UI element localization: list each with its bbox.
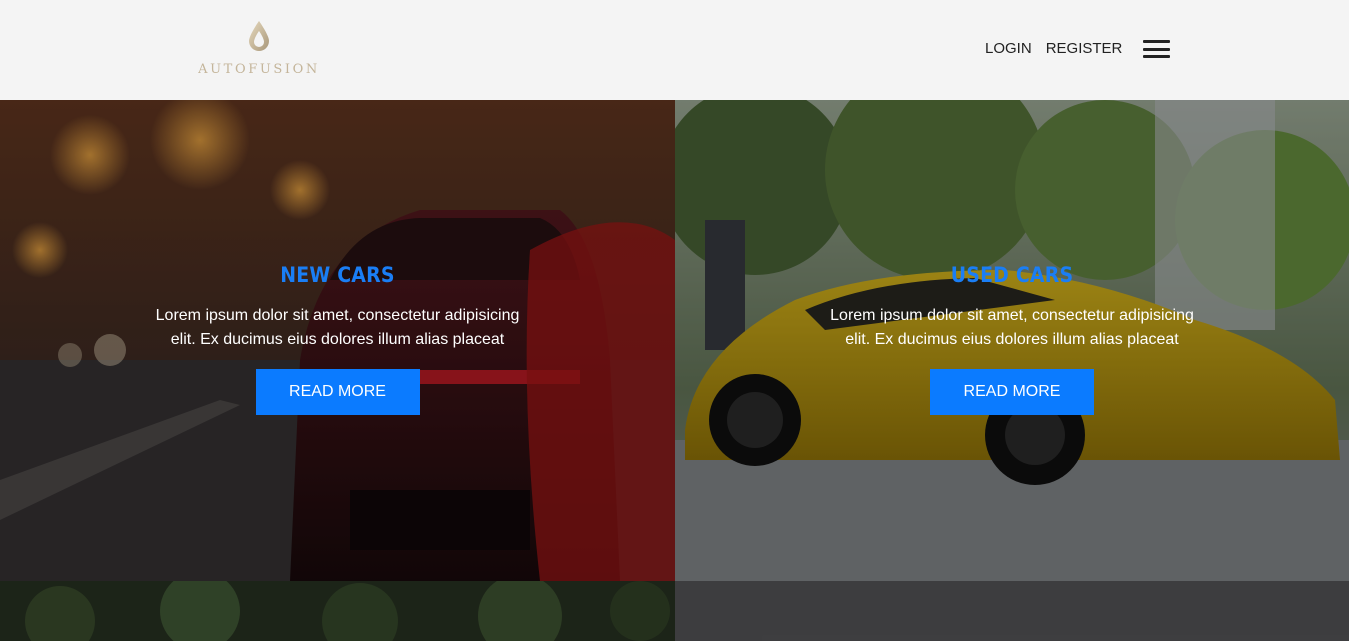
new-cars-tile: NEW CARS Lorem ipsum dolor sit amet, con… [0,100,675,581]
top-nav: LOGIN REGISTER [985,38,1171,60]
image-dim-overlay [675,581,1349,641]
used-cars-title: USED CARS [950,263,1074,287]
brand-name: AUTOFUSION [198,62,320,77]
new-cars-read-more-button[interactable]: READ MORE [255,369,420,415]
login-link[interactable]: LOGIN [985,38,1032,60]
hamburger-menu-icon[interactable] [1143,40,1171,58]
bottom-right-tile [675,581,1349,641]
image-dim-overlay [0,581,675,641]
hamburger-bar [1143,55,1171,58]
used-cars-read-more-button[interactable]: READ MORE [930,369,1094,415]
hamburger-bar [1143,40,1171,43]
used-cars-content: USED CARS Lorem ipsum dolor sit amet, co… [675,260,1349,415]
register-link[interactable]: REGISTER [1046,38,1123,60]
bottom-left-tile [0,581,675,641]
hamburger-bar [1143,47,1171,51]
used-cars-tile: USED CARS Lorem ipsum dolor sit amet, co… [675,100,1349,581]
brand-logo[interactable]: AUTOFUSION [198,20,320,80]
site-header: AUTOFUSION LOGIN REGISTER [0,0,1349,100]
new-cars-content: NEW CARS Lorem ipsum dolor sit amet, con… [0,260,675,415]
new-cars-description: Lorem ipsum dolor sit amet, consectetur … [155,307,520,348]
new-cars-title: NEW CARS [280,263,395,287]
used-cars-description: Lorem ipsum dolor sit amet, consectetur … [830,307,1194,348]
water-drop-icon [249,21,269,51]
